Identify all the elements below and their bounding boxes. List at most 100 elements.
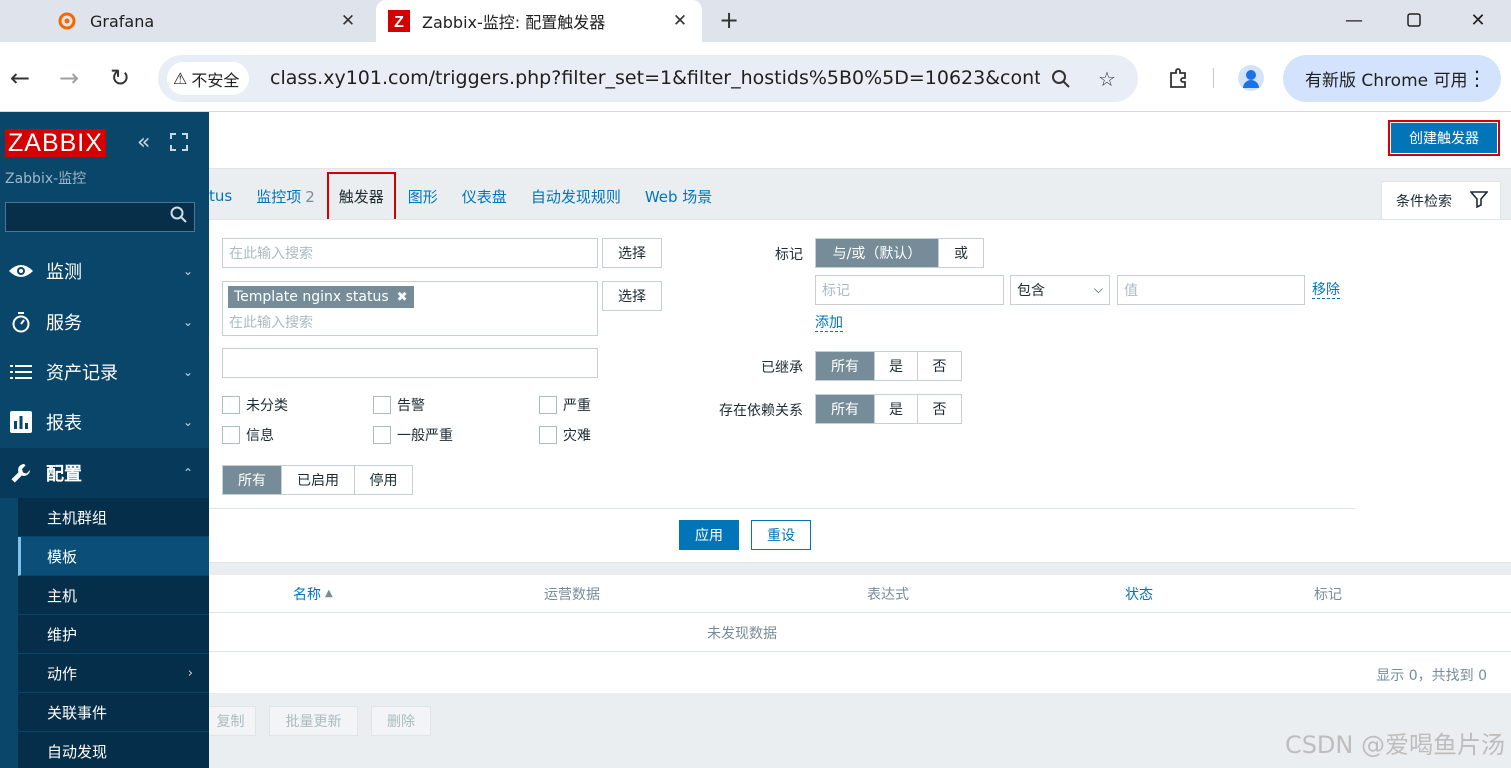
- menu-item-inventory[interactable]: 资产记录 ⌄: [0, 347, 209, 397]
- submenu-item-hosts[interactable]: 主机: [18, 576, 209, 615]
- reload-icon[interactable]: ↻: [106, 64, 134, 92]
- collapse-sidebar-icon[interactable]: «: [137, 130, 150, 155]
- url-text[interactable]: class.xy101.com/triggers.php?filter_set=…: [270, 67, 1040, 89]
- tab-dashboards[interactable]: 仪表盘: [462, 186, 507, 207]
- tags-or-option[interactable]: 或: [939, 239, 983, 267]
- state-disabled-option[interactable]: 停用: [355, 466, 412, 494]
- severity-high-checkbox[interactable]: 严重: [539, 395, 591, 415]
- maximize-icon[interactable]: [1400, 6, 1428, 34]
- chevron-up-icon: ⌃: [182, 466, 193, 480]
- browser-tab-zabbix[interactable]: Z Zabbix-监控: 配置触发器 ✕: [376, 0, 702, 42]
- security-chip[interactable]: ⚠ 不安全: [167, 62, 250, 95]
- zoom-search-icon[interactable]: [1048, 66, 1074, 92]
- placeholder: 在此输入搜索: [229, 315, 313, 331]
- menu-label: 报表: [46, 413, 82, 434]
- back-icon[interactable]: ←: [6, 64, 34, 92]
- create-trigger-button[interactable]: 创建触发器: [1388, 120, 1500, 156]
- dependencies-no-option[interactable]: 否: [918, 395, 961, 423]
- tag-value-input[interactable]: 值: [1117, 275, 1305, 305]
- checkbox-label: 灾难: [563, 428, 591, 444]
- reset-button[interactable]: 重设: [751, 520, 811, 550]
- menu-dots-icon[interactable]: ⋮: [1467, 66, 1487, 90]
- zabbix-logo[interactable]: ZABBIX: [5, 129, 106, 157]
- inherited-all-option[interactable]: 所有: [816, 352, 875, 380]
- tab-items[interactable]: 监控项 2: [256, 186, 315, 207]
- mass-update-button[interactable]: 批量更新: [269, 706, 358, 736]
- extensions-icon[interactable]: [1164, 64, 1192, 92]
- severity-average-checkbox[interactable]: 一般严重: [373, 425, 453, 445]
- chevron-down-icon: ⌄: [182, 365, 193, 379]
- no-data-message: 未发现数据: [707, 626, 777, 642]
- close-tab-icon[interactable]: ✕: [668, 9, 692, 33]
- state-all-option[interactable]: 所有: [223, 466, 282, 494]
- kiosk-mode-icon[interactable]: [170, 133, 188, 151]
- submenu-item-templates[interactable]: 模板: [18, 537, 209, 576]
- page-header: 创建触发器: [209, 112, 1511, 169]
- inherited-yes-option[interactable]: 是: [875, 352, 918, 380]
- tags-and-or-option[interactable]: 与/或（默认）: [816, 239, 939, 267]
- forward-icon[interactable]: →: [55, 64, 83, 92]
- dependencies-all-option[interactable]: 所有: [816, 395, 875, 423]
- host-multiselect-input[interactable]: Template nginx status ✖ 在此输入搜索: [222, 281, 598, 336]
- profile-avatar-icon[interactable]: [1238, 65, 1264, 91]
- tab-title: Grafana: [90, 11, 155, 31]
- chevron-down-icon: ⌄: [182, 415, 193, 429]
- browser-tab-grafana[interactable]: Grafana ✕: [40, 0, 370, 42]
- severity-disaster-checkbox[interactable]: 灾难: [539, 425, 591, 445]
- placeholder: 值: [1124, 283, 1138, 299]
- tab-web-scenarios[interactable]: Web 场景: [645, 186, 712, 207]
- severity-warning-checkbox[interactable]: 告警: [373, 395, 425, 415]
- sidebar-search-input[interactable]: [5, 202, 195, 232]
- host-group-search-input[interactable]: 在此输入搜索: [222, 238, 598, 268]
- add-tag-link[interactable]: 添加: [815, 315, 843, 332]
- select-host-group-button[interactable]: 选择: [602, 238, 662, 268]
- submenu-item-discovery[interactable]: 自动发现: [18, 732, 209, 768]
- state-enabled-option[interactable]: 已启用: [282, 466, 355, 494]
- update-label: 有新版 Chrome 可用: [1305, 71, 1468, 91]
- delete-button[interactable]: 删除: [371, 706, 431, 736]
- host-chip: Template nginx status ✖: [228, 286, 414, 308]
- select-host-button[interactable]: 选择: [602, 281, 662, 311]
- column-header-name[interactable]: 名称 ▲: [293, 575, 333, 612]
- tag-operator-select[interactable]: 包含 ⌵: [1010, 275, 1110, 305]
- menu-label: 监测: [46, 262, 82, 283]
- menu-item-configuration[interactable]: 配置 ⌃: [0, 448, 209, 498]
- chevron-down-icon: ⌄: [182, 315, 193, 329]
- menu-item-services[interactable]: 服务 ⌄: [0, 297, 209, 347]
- search-icon[interactable]: [170, 206, 188, 229]
- submenu-item-maintenance[interactable]: 维护: [18, 615, 209, 654]
- menu-item-reports[interactable]: 报表 ⌄: [0, 397, 209, 447]
- submenu-item-host-groups[interactable]: 主机群组: [18, 498, 209, 537]
- tab-graphs[interactable]: 图形: [408, 186, 438, 207]
- chrome-update-button[interactable]: 有新版 Chrome 可用 ⋮: [1283, 55, 1501, 102]
- tag-name-input[interactable]: 标记: [815, 275, 1004, 305]
- checkbox-label: 一般严重: [397, 428, 453, 444]
- column-header-status[interactable]: 状态: [1125, 575, 1153, 612]
- remove-tag-link[interactable]: 移除: [1312, 282, 1340, 299]
- minimize-icon[interactable]: —: [1340, 6, 1368, 34]
- tab-label: 监控项: [256, 187, 302, 206]
- inherited-no-option[interactable]: 否: [918, 352, 961, 380]
- remove-chip-icon[interactable]: ✖: [397, 290, 408, 305]
- name-filter-input[interactable]: [222, 348, 598, 378]
- new-tab-icon[interactable]: +: [716, 6, 742, 34]
- severity-information-checkbox[interactable]: 信息: [222, 425, 274, 445]
- tab-status[interactable]: tus: [209, 187, 232, 205]
- stopwatch-icon: [6, 311, 36, 333]
- list-icon: [6, 364, 36, 380]
- bookmark-star-icon[interactable]: ☆: [1094, 66, 1120, 92]
- filter-toggle-tab[interactable]: 条件检索: [1381, 181, 1501, 220]
- apply-button[interactable]: 应用: [679, 520, 739, 550]
- tab-triggers[interactable]: 触发器: [326, 171, 396, 221]
- menu-item-monitoring[interactable]: 监测 ⌄: [0, 246, 209, 296]
- tab-discovery-rules[interactable]: 自动发现规则: [531, 186, 621, 207]
- submenu-item-actions[interactable]: 动作 ›: [18, 654, 209, 693]
- address-bar[interactable]: ⚠ 不安全 class.xy101.com/triggers.php?filte…: [158, 55, 1138, 102]
- chevron-right-icon: ›: [187, 665, 193, 681]
- copy-button[interactable]: 复制: [209, 706, 256, 736]
- submenu-item-correlation[interactable]: 关联事件: [18, 693, 209, 732]
- close-window-icon[interactable]: ✕: [1464, 6, 1492, 34]
- dependencies-yes-option[interactable]: 是: [875, 395, 918, 423]
- close-tab-icon[interactable]: ✕: [336, 9, 360, 33]
- severity-not-classified-checkbox[interactable]: 未分类: [222, 395, 288, 415]
